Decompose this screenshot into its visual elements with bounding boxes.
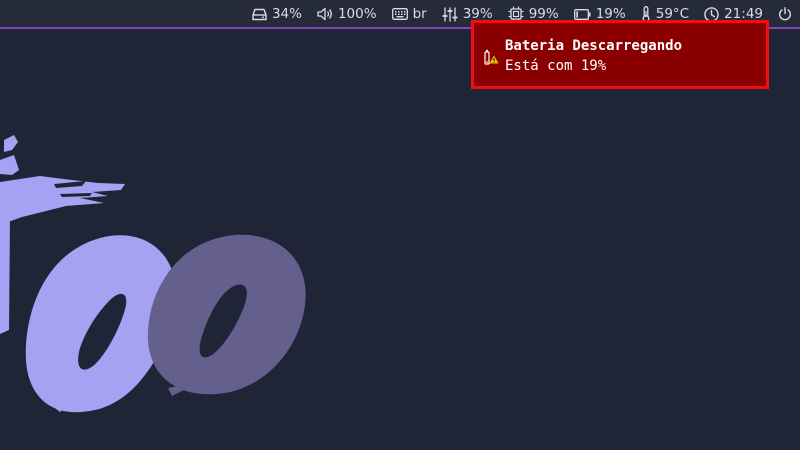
battery-notification[interactable]: Bateria Descarregando Está com 19% — [471, 20, 769, 89]
volume-module[interactable]: 100% — [317, 6, 377, 22]
keyboard-module[interactable]: br — [391, 6, 427, 22]
wallpaper-letter-i — [0, 135, 19, 334]
notification-body: Está com 19% — [505, 58, 607, 74]
wallpaper — [0, 135, 306, 413]
sliders-icon — [442, 7, 458, 21]
disk-icon — [252, 8, 267, 20]
disk-module[interactable]: 34% — [252, 6, 302, 22]
power-button[interactable] — [778, 7, 792, 21]
battery-icon — [573, 8, 591, 20]
disk-value: 34% — [271, 6, 302, 22]
volume-icon — [317, 7, 332, 21]
desktop: 34% 100% br 39% 99% 19% 59°C 21:49 Bater… — [0, 0, 800, 450]
wallpaper-letter-o-dark — [147, 234, 306, 396]
keyboard-icon — [391, 8, 408, 20]
volume-value: 100% — [337, 6, 377, 22]
power-icon — [779, 7, 791, 21]
keyboard-layout: br — [412, 6, 427, 22]
notification-summary: Bateria Descarregando — [505, 38, 683, 54]
battery-warning-icon — [484, 49, 499, 65]
wallpaper-brush-stroke — [0, 176, 125, 222]
